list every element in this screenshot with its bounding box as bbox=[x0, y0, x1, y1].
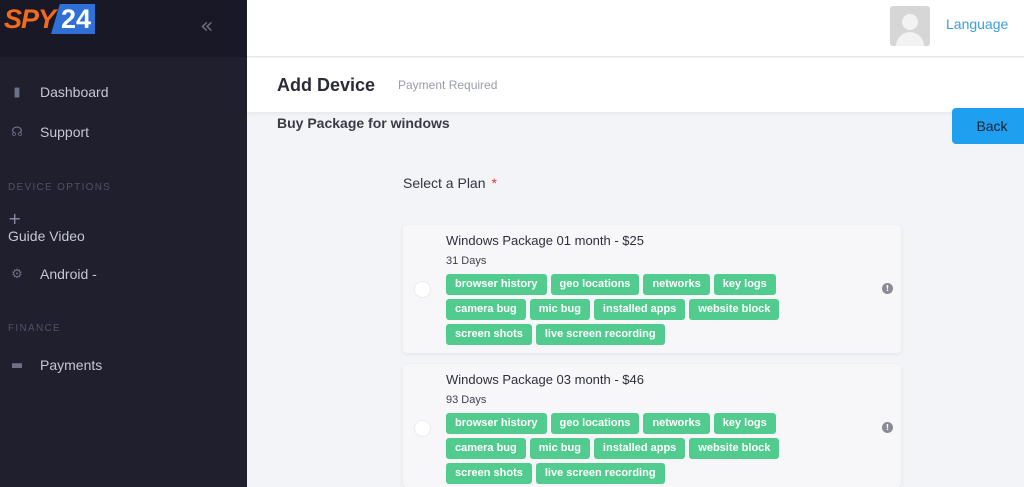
page-title: Add Device bbox=[277, 75, 376, 95]
logo-text-24: 24 bbox=[51, 4, 96, 34]
plan-option[interactable]: Windows Package 01 month - $25 31 Days b… bbox=[403, 225, 901, 353]
tag-row: screen shots live screen recording bbox=[446, 324, 826, 345]
feature-tag: screen shots bbox=[446, 463, 532, 484]
avatar-body bbox=[896, 32, 924, 46]
plan-days: 93 Days bbox=[446, 394, 487, 406]
plan-radio[interactable] bbox=[414, 281, 431, 298]
feature-tag: live screen recording bbox=[535, 463, 665, 484]
logo-text-spy: SPY bbox=[4, 3, 56, 34]
plan-days: 31 Days bbox=[446, 255, 487, 267]
feature-tag: networks bbox=[643, 274, 710, 295]
plan-radio[interactable] bbox=[414, 420, 431, 437]
tag-row: screen shots live screen recording bbox=[446, 463, 826, 484]
sidebar-item-android[interactable]: ⚙ Android - bbox=[8, 266, 97, 282]
feature-tag: geo locations bbox=[550, 413, 640, 434]
select-plan-text: Select a Plan bbox=[403, 175, 486, 191]
feature-tag: camera bug bbox=[446, 299, 526, 320]
feature-tags: browser history geo locations networks k… bbox=[446, 274, 826, 349]
card-icon: ▬ bbox=[10, 357, 24, 373]
page-header: Add Device Payment Required bbox=[247, 58, 1024, 112]
tag-row: camera bug mic bug installed apps websit… bbox=[446, 299, 826, 320]
feature-tag: networks bbox=[643, 413, 710, 434]
avatar[interactable] bbox=[890, 6, 930, 46]
settings-icon: ⚙ bbox=[11, 266, 23, 282]
top-bar: Language bbox=[247, 0, 1024, 57]
feature-tag: installed apps bbox=[593, 438, 686, 459]
back-button[interactable]: Back bbox=[952, 108, 1024, 144]
section-title: Buy Package for windows bbox=[277, 115, 450, 131]
brand-logo[interactable]: SPY 24 bbox=[4, 3, 96, 34]
feature-tags: browser history geo locations networks k… bbox=[446, 413, 826, 487]
feature-tag: installed apps bbox=[593, 299, 686, 320]
sidebar-item-support[interactable]: ☊ Support bbox=[8, 124, 89, 140]
feature-tag: browser history bbox=[446, 413, 547, 434]
sidebar-item-guide-video[interactable]: Guide Video bbox=[8, 228, 85, 244]
section-label-finance: FINANCE bbox=[8, 323, 61, 334]
feature-tag: website block bbox=[689, 299, 780, 320]
info-icon[interactable]: ! bbox=[882, 422, 893, 433]
select-plan-label: Select a Plan * bbox=[403, 175, 497, 191]
feature-tag: screen shots bbox=[446, 324, 532, 345]
plus-icon[interactable]: + bbox=[8, 209, 21, 228]
page-subtitle: Payment Required bbox=[398, 78, 498, 92]
feature-tag: live screen recording bbox=[535, 324, 665, 345]
feature-tag: website block bbox=[689, 438, 780, 459]
sidebar-item-payments[interactable]: ▬ Payments bbox=[8, 357, 102, 373]
section-label-device-options: DEVICE OPTIONS bbox=[8, 182, 112, 193]
feature-tag: key logs bbox=[713, 413, 776, 434]
dashboard-icon: ▮ bbox=[13, 84, 21, 100]
tag-row: browser history geo locations networks k… bbox=[446, 274, 826, 295]
plan-name: Windows Package 03 month - $46 bbox=[446, 372, 644, 387]
tag-row: browser history geo locations networks k… bbox=[446, 413, 826, 434]
sidebar-item-label: Payments bbox=[40, 357, 103, 373]
feature-tag: camera bug bbox=[446, 438, 526, 459]
sidebar: SPY 24 « ▮ Dashboard ☊ Support DEVICE OP… bbox=[0, 0, 247, 487]
sidebar-item-label: Android - bbox=[40, 266, 97, 282]
avatar-head bbox=[902, 14, 918, 30]
language-link[interactable]: Language bbox=[946, 16, 1008, 32]
info-icon[interactable]: ! bbox=[882, 283, 893, 294]
feature-tag: key logs bbox=[713, 274, 776, 295]
feature-tag: browser history bbox=[446, 274, 547, 295]
collapse-sidebar-icon[interactable]: « bbox=[200, 14, 213, 39]
sidebar-item-dashboard[interactable]: ▮ Dashboard bbox=[8, 84, 109, 100]
plan-option[interactable]: Windows Package 03 month - $46 93 Days b… bbox=[403, 364, 901, 487]
feature-tag: geo locations bbox=[550, 274, 640, 295]
required-mark: * bbox=[491, 175, 497, 191]
plan-name: Windows Package 01 month - $25 bbox=[446, 233, 644, 248]
sidebar-item-label: Dashboard bbox=[40, 84, 109, 100]
feature-tag: mic bug bbox=[529, 299, 590, 320]
sidebar-item-label: Support bbox=[40, 124, 90, 140]
headset-icon: ☊ bbox=[11, 124, 23, 140]
logo-bar: SPY 24 « bbox=[0, 0, 247, 57]
feature-tag: mic bug bbox=[529, 438, 590, 459]
tag-row: camera bug mic bug installed apps websit… bbox=[446, 438, 826, 459]
